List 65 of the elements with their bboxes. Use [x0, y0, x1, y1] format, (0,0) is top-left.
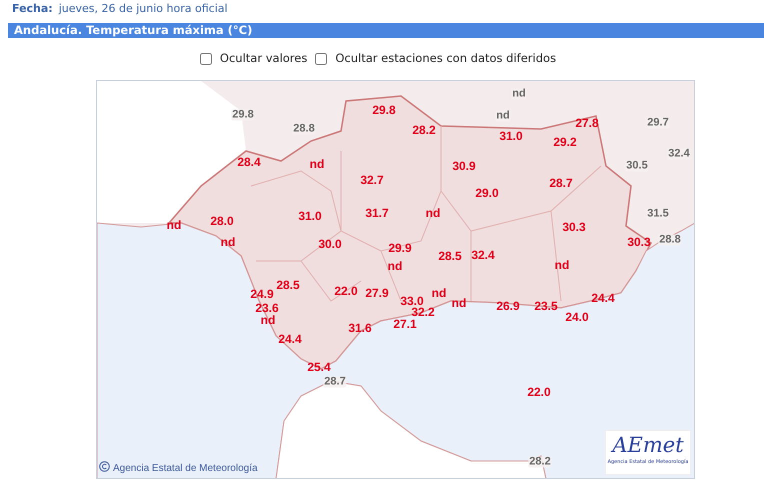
temperature-value: 28.7: [323, 376, 347, 388]
temperature-value: nd: [495, 110, 511, 122]
temperature-value: 24.9: [250, 288, 274, 300]
temperature-value: nd: [426, 207, 440, 219]
temperature-value: 30.5: [625, 160, 649, 172]
temperature-value: nd: [260, 314, 276, 326]
date-value: jueves, 26 de junio hora oficial: [58, 1, 228, 17]
temperature-value: 24.4: [591, 292, 615, 304]
temperature-value: nd: [166, 219, 182, 231]
temperature-value: 31.6: [348, 322, 372, 334]
temperature-value: 31.5: [646, 208, 670, 220]
temperature-value: 27.8: [575, 117, 599, 129]
temperature-value: 32.2: [411, 306, 435, 318]
temperature-value: 29.0: [475, 187, 499, 199]
temperature-value: 32.4: [471, 249, 495, 261]
temperature-value: 29.9: [388, 242, 412, 254]
checkbox-label[interactable]: Ocultar valores: [220, 50, 308, 68]
temperature-value: 24.0: [565, 311, 589, 323]
temperature-value: nd: [388, 260, 402, 272]
temperature-value: 30.9: [452, 160, 476, 172]
temperature-value: 24.4: [278, 333, 302, 345]
title-bar: Andalucía. Temperatura máxima (°C): [8, 23, 764, 38]
temperature-value: nd: [220, 236, 236, 248]
temperature-value: 25.4: [307, 361, 331, 373]
temperature-value: nd: [310, 158, 324, 170]
date-label: Fecha:: [12, 1, 53, 17]
temperature-value: 26.9: [496, 300, 520, 312]
temperature-value: 27.9: [365, 287, 389, 299]
temperature-value: 23.6: [255, 302, 279, 314]
temperature-value: 33.0: [400, 295, 424, 307]
temperature-value: 28.5: [438, 250, 462, 262]
temperature-value: 29.2: [553, 136, 577, 148]
temperature-value: 29.8: [372, 104, 396, 116]
temperature-value: 22.0: [527, 386, 551, 398]
temperature-value: 29.8: [231, 110, 255, 120]
temperature-value: 28.8: [292, 124, 316, 134]
temperature-value: 28.0: [210, 215, 234, 227]
temperature-value: 28.4: [237, 156, 261, 168]
checkbox[interactable]: [200, 53, 212, 65]
temperature-value: nd: [452, 297, 466, 309]
copyright-icon: [99, 461, 110, 472]
temperature-value: 30.3: [562, 221, 586, 233]
temperature-value: 31.0: [298, 210, 322, 222]
copyright-text: Agencia Estatal de Meteorología: [113, 463, 258, 474]
temperature-value: 30.0: [318, 238, 342, 250]
checkbox[interactable]: [315, 53, 328, 65]
temperature-value: 28.8: [658, 234, 682, 246]
temperature-value: 29.7: [646, 118, 670, 128]
temperature-value: 23.5: [534, 300, 558, 312]
temperature-value: 27.1: [393, 318, 417, 330]
temperature-value: 28.2: [528, 456, 552, 468]
logo-wordmark: AEmet: [610, 432, 685, 459]
temperature-value: 31.7: [365, 207, 389, 219]
temperature-value: 28.7: [549, 177, 573, 189]
temperature-value: 22.0: [334, 285, 358, 297]
temperature-value: 30.3: [627, 236, 651, 248]
checkbox-label[interactable]: Ocultar estaciones con datos diferidos: [335, 50, 556, 68]
temperature-value: nd: [554, 259, 570, 271]
temperature-value: nd: [511, 88, 527, 100]
temperature-value: 28.2: [412, 124, 436, 136]
temperature-value: 32.7: [360, 174, 384, 186]
temperature-value: 28.5: [276, 279, 300, 291]
temperature-value: 31.0: [499, 130, 523, 142]
temperature-value: nd: [432, 287, 446, 299]
temperature-value: 32.4: [667, 148, 691, 160]
